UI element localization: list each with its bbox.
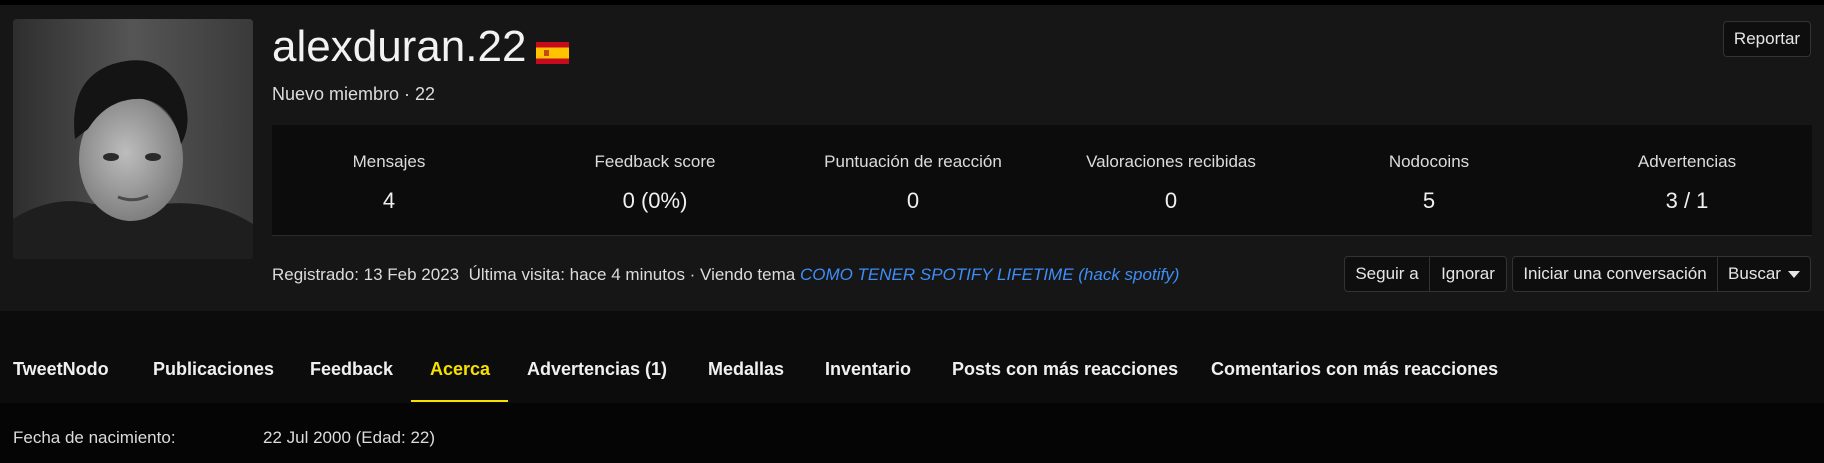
tab-feedback[interactable]: Feedback xyxy=(310,359,393,380)
tab-acerca[interactable]: Acerca xyxy=(430,359,490,380)
profile-tabs: TweetNodo Publicaciones Feedback Acerca … xyxy=(0,311,1824,403)
stat-value: 3 / 1 xyxy=(1665,188,1709,213)
search-dropdown-button[interactable]: Buscar xyxy=(1717,256,1811,292)
stat-label: Puntuación de reacción xyxy=(824,152,1002,171)
stat-label: Nodocoins xyxy=(1388,152,1470,171)
stat-value: 0 xyxy=(906,188,920,213)
profile-meta: Registrado: 13 Feb 2023 Última visita: h… xyxy=(272,265,1179,285)
stats-bar: Mensajes 4 Feedback score 0 (0%) Puntuac… xyxy=(272,125,1812,235)
ignore-button[interactable]: Ignorar xyxy=(1429,256,1507,292)
spain-flag-icon xyxy=(536,42,569,64)
stat-value: 5 xyxy=(1422,188,1436,213)
username: alexduran.22 xyxy=(272,22,527,71)
stat-label: Mensajes xyxy=(352,152,426,171)
tab-advertencias[interactable]: Advertencias (1) xyxy=(527,359,667,380)
active-tab-indicator xyxy=(411,400,508,402)
divider xyxy=(272,235,1812,236)
tab-comentarios-mas-reacciones[interactable]: Comentarios con más reacciones xyxy=(1211,359,1498,380)
stat-value: 0 xyxy=(1164,188,1178,213)
stat-label: Feedback score xyxy=(594,152,716,171)
current-topic-link[interactable]: COMO TENER SPOTIFY LIFETIME (hack spotif… xyxy=(800,265,1179,284)
follow-button[interactable]: Seguir a xyxy=(1344,256,1430,292)
avatar-photo xyxy=(13,19,253,259)
start-conversation-button[interactable]: Iniciar una conversación xyxy=(1512,256,1718,292)
stat-value: 4 xyxy=(382,188,396,213)
avatar[interactable] xyxy=(13,19,253,259)
tab-inventario[interactable]: Inventario xyxy=(825,359,911,380)
report-button[interactable]: Reportar xyxy=(1723,21,1811,57)
birth-date-label: Fecha de nacimiento: xyxy=(13,428,176,447)
tab-posts-mas-reacciones[interactable]: Posts con más reacciones xyxy=(952,359,1178,380)
tab-medallas[interactable]: Medallas xyxy=(708,359,784,380)
search-label: Buscar xyxy=(1728,264,1781,283)
stat-value: 0 (0%) xyxy=(622,188,688,213)
tab-publicaciones[interactable]: Publicaciones xyxy=(153,359,274,380)
caret-down-icon xyxy=(1787,270,1800,278)
tab-tweetnodo[interactable]: TweetNodo xyxy=(13,359,109,380)
registered-date: Registrado: 13 Feb 2023 xyxy=(272,265,460,284)
birth-date-value: 22 Jul 2000 (Edad: 22) xyxy=(263,428,436,447)
stat-label: Valoraciones recibidas xyxy=(1086,152,1256,171)
last-visit: Última visita: hace 4 minutos · Viendo t… xyxy=(468,265,796,284)
stat-label: Advertencias xyxy=(1637,152,1737,171)
member-subtitle: Nuevo miembro · 22 xyxy=(272,84,436,104)
about-details: Fecha de nacimiento: 22 Jul 2000 (Edad: … xyxy=(0,403,1824,463)
